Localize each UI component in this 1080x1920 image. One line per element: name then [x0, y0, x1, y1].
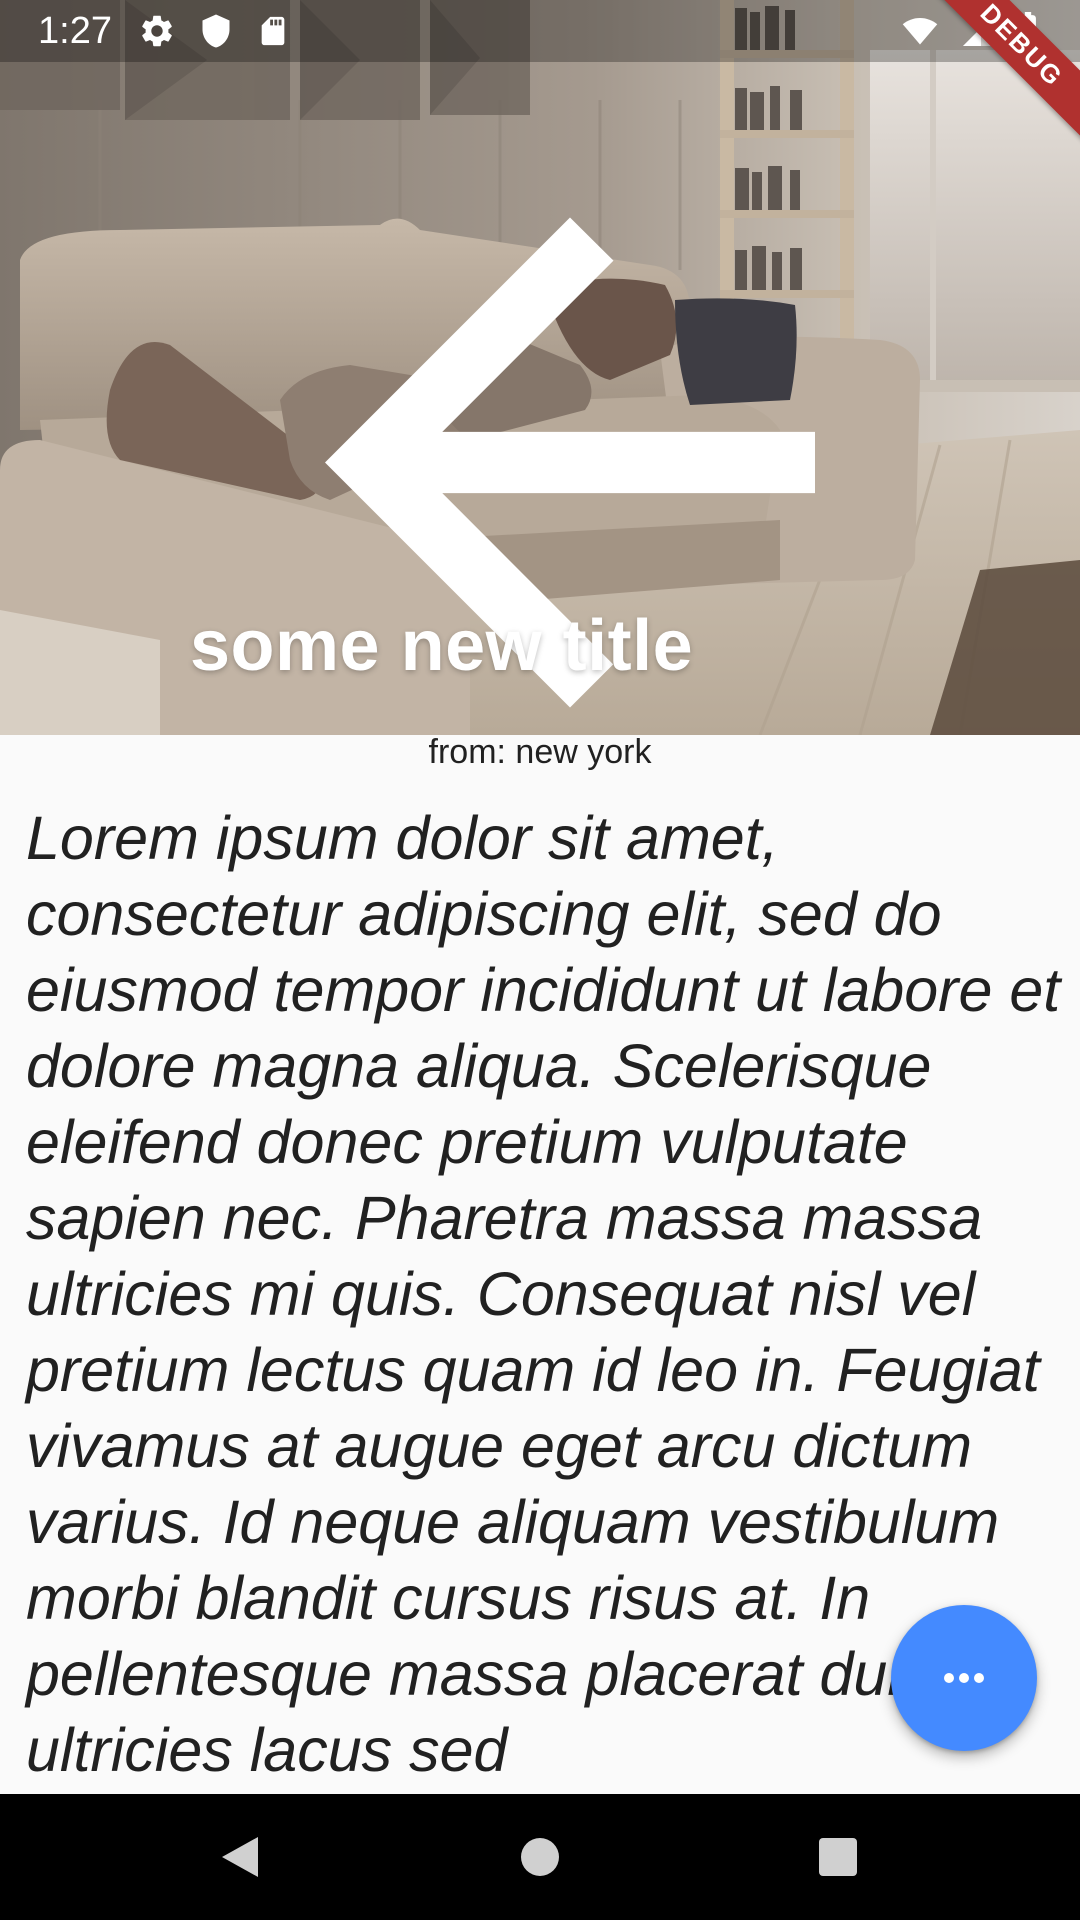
nav-back-button[interactable]: [180, 1794, 300, 1920]
status-bar: 1:27: [0, 0, 1080, 62]
settings-icon: [142, 15, 172, 47]
header-image: some new title: [0, 0, 1080, 735]
recents-square-icon: [819, 1838, 857, 1876]
wifi-icon: [902, 17, 938, 45]
back-triangle-icon: [222, 1837, 258, 1877]
status-time: 1:27: [38, 10, 112, 52]
more-options-fab[interactable]: [891, 1605, 1037, 1751]
location-subtitle: from: new york: [428, 733, 652, 771]
shield-icon: [202, 14, 230, 48]
back-button[interactable]: [30, 95, 815, 708]
status-icons-left: [138, 12, 290, 50]
app-screen: some new title 1:27 DEBUG from: new york…: [0, 0, 1080, 1920]
page-title: some new title: [190, 606, 694, 686]
nav-home-button[interactable]: [480, 1794, 600, 1920]
home-circle-icon: [521, 1838, 559, 1876]
nav-recents-button[interactable]: [778, 1794, 898, 1920]
sd-card-icon: [261, 16, 285, 46]
more-horiz-icon: [944, 1673, 984, 1683]
system-navigation-bar: [0, 1794, 1080, 1920]
